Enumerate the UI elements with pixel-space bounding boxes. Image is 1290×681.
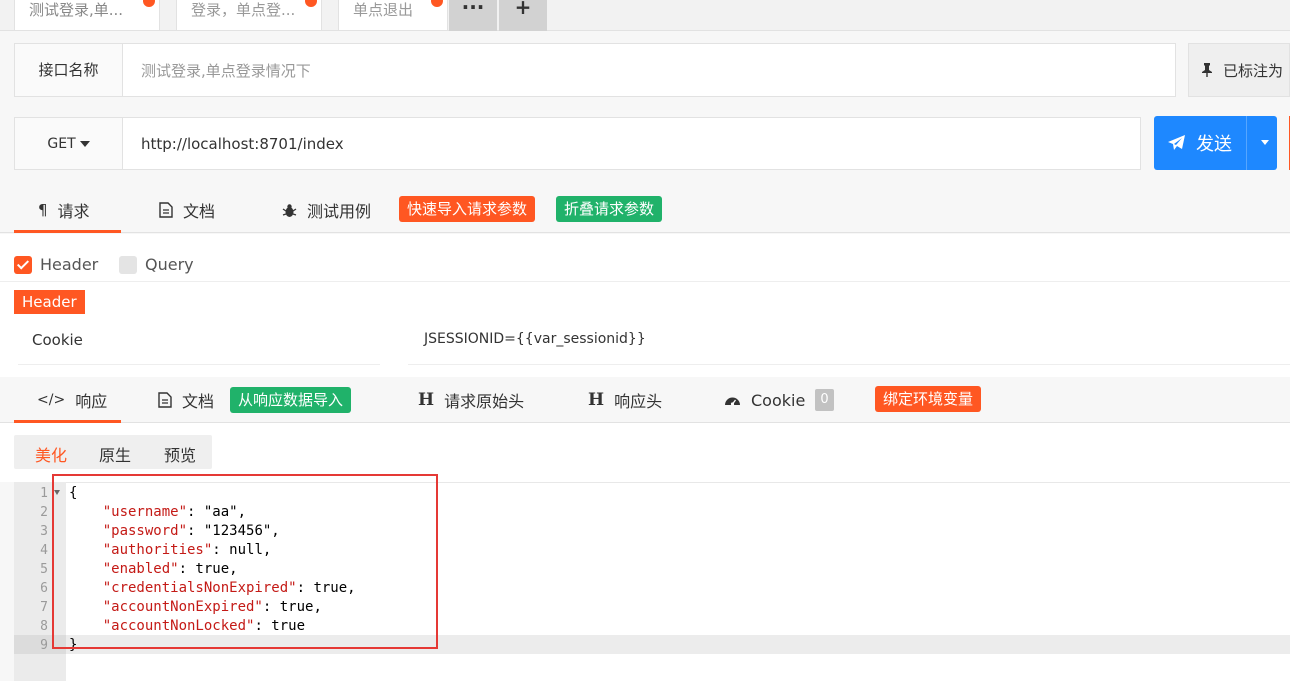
more-icon: ···	[462, 0, 485, 19]
tab-docs[interactable]: 文档	[159, 187, 215, 233]
paragraph-icon: ¶	[38, 201, 48, 219]
api-name-label: 接口名称	[14, 43, 123, 97]
pin-icon	[1201, 63, 1213, 77]
header-value: JSESSIONID={{var_sessionid}}	[424, 331, 646, 347]
h-icon: H	[418, 390, 434, 410]
url-value: http://localhost:8701/index	[141, 135, 344, 153]
code-icon: </>	[37, 392, 65, 408]
plus-icon: +	[515, 0, 532, 19]
more-tabs-button[interactable]: ···	[449, 0, 497, 31]
bug-icon	[282, 203, 297, 218]
tab-docs-label: 文档	[183, 198, 215, 222]
document-icon	[158, 392, 172, 408]
tab-response-headers[interactable]: H 响应头	[588, 377, 662, 423]
marked-as-label: 已标注为	[1223, 60, 1283, 81]
highlight-annotation-box	[52, 474, 438, 649]
tab-sso-logout[interactable]: 单点退出	[338, 0, 448, 31]
tab-test-cases[interactable]: 测试用例	[282, 187, 371, 233]
close-icon[interactable]	[143, 0, 155, 7]
line-number: 8	[14, 617, 48, 636]
tab-cookie-label: Cookie	[751, 391, 805, 410]
view-beautify[interactable]: 美化	[35, 442, 67, 466]
h-icon: H	[588, 390, 604, 410]
url-input[interactable]: http://localhost:8701/index	[123, 117, 1141, 170]
bind-env-variable-button[interactable]: 绑定环境变量	[875, 386, 981, 412]
header-value-cell[interactable]: JSESSIONID={{var_sessionid}}	[408, 320, 1290, 365]
tab-raw-request-headers-label: 请求原始头	[444, 388, 524, 412]
tab-test-login[interactable]: 测试登录,单...	[14, 0, 160, 31]
header-checkbox-label: Header	[40, 255, 98, 274]
header-checkbox[interactable]: Header	[14, 255, 98, 274]
line-number: 4	[14, 541, 48, 560]
tab-response-docs[interactable]: 文档	[158, 377, 214, 423]
view-preview[interactable]: 预览	[164, 442, 196, 466]
tab-label: 测试登录,单...	[29, 1, 123, 19]
line-number: 7	[14, 598, 48, 617]
marked-as-button[interactable]: 已标注为	[1188, 43, 1290, 97]
header-key: Cookie	[32, 331, 83, 349]
paper-plane-icon	[1168, 135, 1186, 151]
tab-test-cases-label: 测试用例	[307, 198, 371, 222]
tab-response-headers-label: 响应头	[614, 388, 662, 412]
tab-request-label: 请求	[58, 198, 90, 222]
chevron-down-icon	[80, 141, 90, 147]
dashboard-icon	[724, 393, 741, 408]
cookie-count-badge: 0	[815, 389, 833, 411]
checkbox-checked-icon	[14, 256, 32, 274]
line-number: 9	[14, 636, 48, 655]
header-key-cell[interactable]: Cookie	[18, 320, 380, 365]
divider	[0, 281, 1290, 282]
tab-raw-request-headers[interactable]: H 请求原始头	[418, 377, 524, 423]
send-button[interactable]: 发送	[1154, 116, 1246, 170]
chevron-down-icon	[1261, 140, 1269, 145]
api-name-input[interactable]: 测试登录,单点登录情况下	[123, 43, 1176, 97]
view-raw[interactable]: 原生	[99, 442, 131, 466]
line-numbers: 1 2 3 4 5 6 7 8 9	[14, 484, 48, 655]
query-checkbox-label: Query	[145, 255, 194, 274]
tab-response[interactable]: </> 响应	[37, 377, 107, 423]
query-checkbox[interactable]: Query	[119, 255, 194, 274]
method-select[interactable]: GET	[14, 117, 123, 170]
send-options-button[interactable]	[1246, 116, 1277, 170]
close-icon[interactable]	[431, 0, 443, 7]
tab-request[interactable]: ¶ 请求	[38, 187, 90, 233]
close-icon[interactable]	[305, 0, 317, 7]
tab-response-label: 响应	[75, 388, 107, 412]
add-tab-button[interactable]: +	[499, 0, 547, 31]
line-number: 3	[14, 522, 48, 541]
import-from-response-button[interactable]: 从响应数据导入	[230, 387, 351, 413]
header-section-tag: Header	[14, 290, 85, 314]
tab-cookie[interactable]: Cookie 0	[724, 377, 834, 423]
line-number: 1	[14, 484, 48, 503]
line-number: 6	[14, 579, 48, 598]
send-label: 发送	[1196, 130, 1232, 156]
api-name-value: 测试登录,单点登录情况下	[141, 60, 311, 81]
method-value: GET	[47, 136, 75, 152]
fold-params-button[interactable]: 折叠请求参数	[556, 196, 662, 222]
quick-import-params-button[interactable]: 快速导入请求参数	[399, 196, 535, 222]
line-number: 2	[14, 503, 48, 522]
line-number: 5	[14, 560, 48, 579]
document-icon	[159, 202, 173, 218]
tab-response-docs-label: 文档	[182, 388, 214, 412]
active-tab-indicator	[14, 230, 121, 233]
tab-login-sso[interactable]: 登录，单点登...	[176, 0, 322, 31]
tab-label: 登录，单点登...	[191, 1, 295, 19]
checkbox-unchecked-icon	[119, 256, 137, 274]
tab-label: 单点退出	[353, 1, 413, 19]
